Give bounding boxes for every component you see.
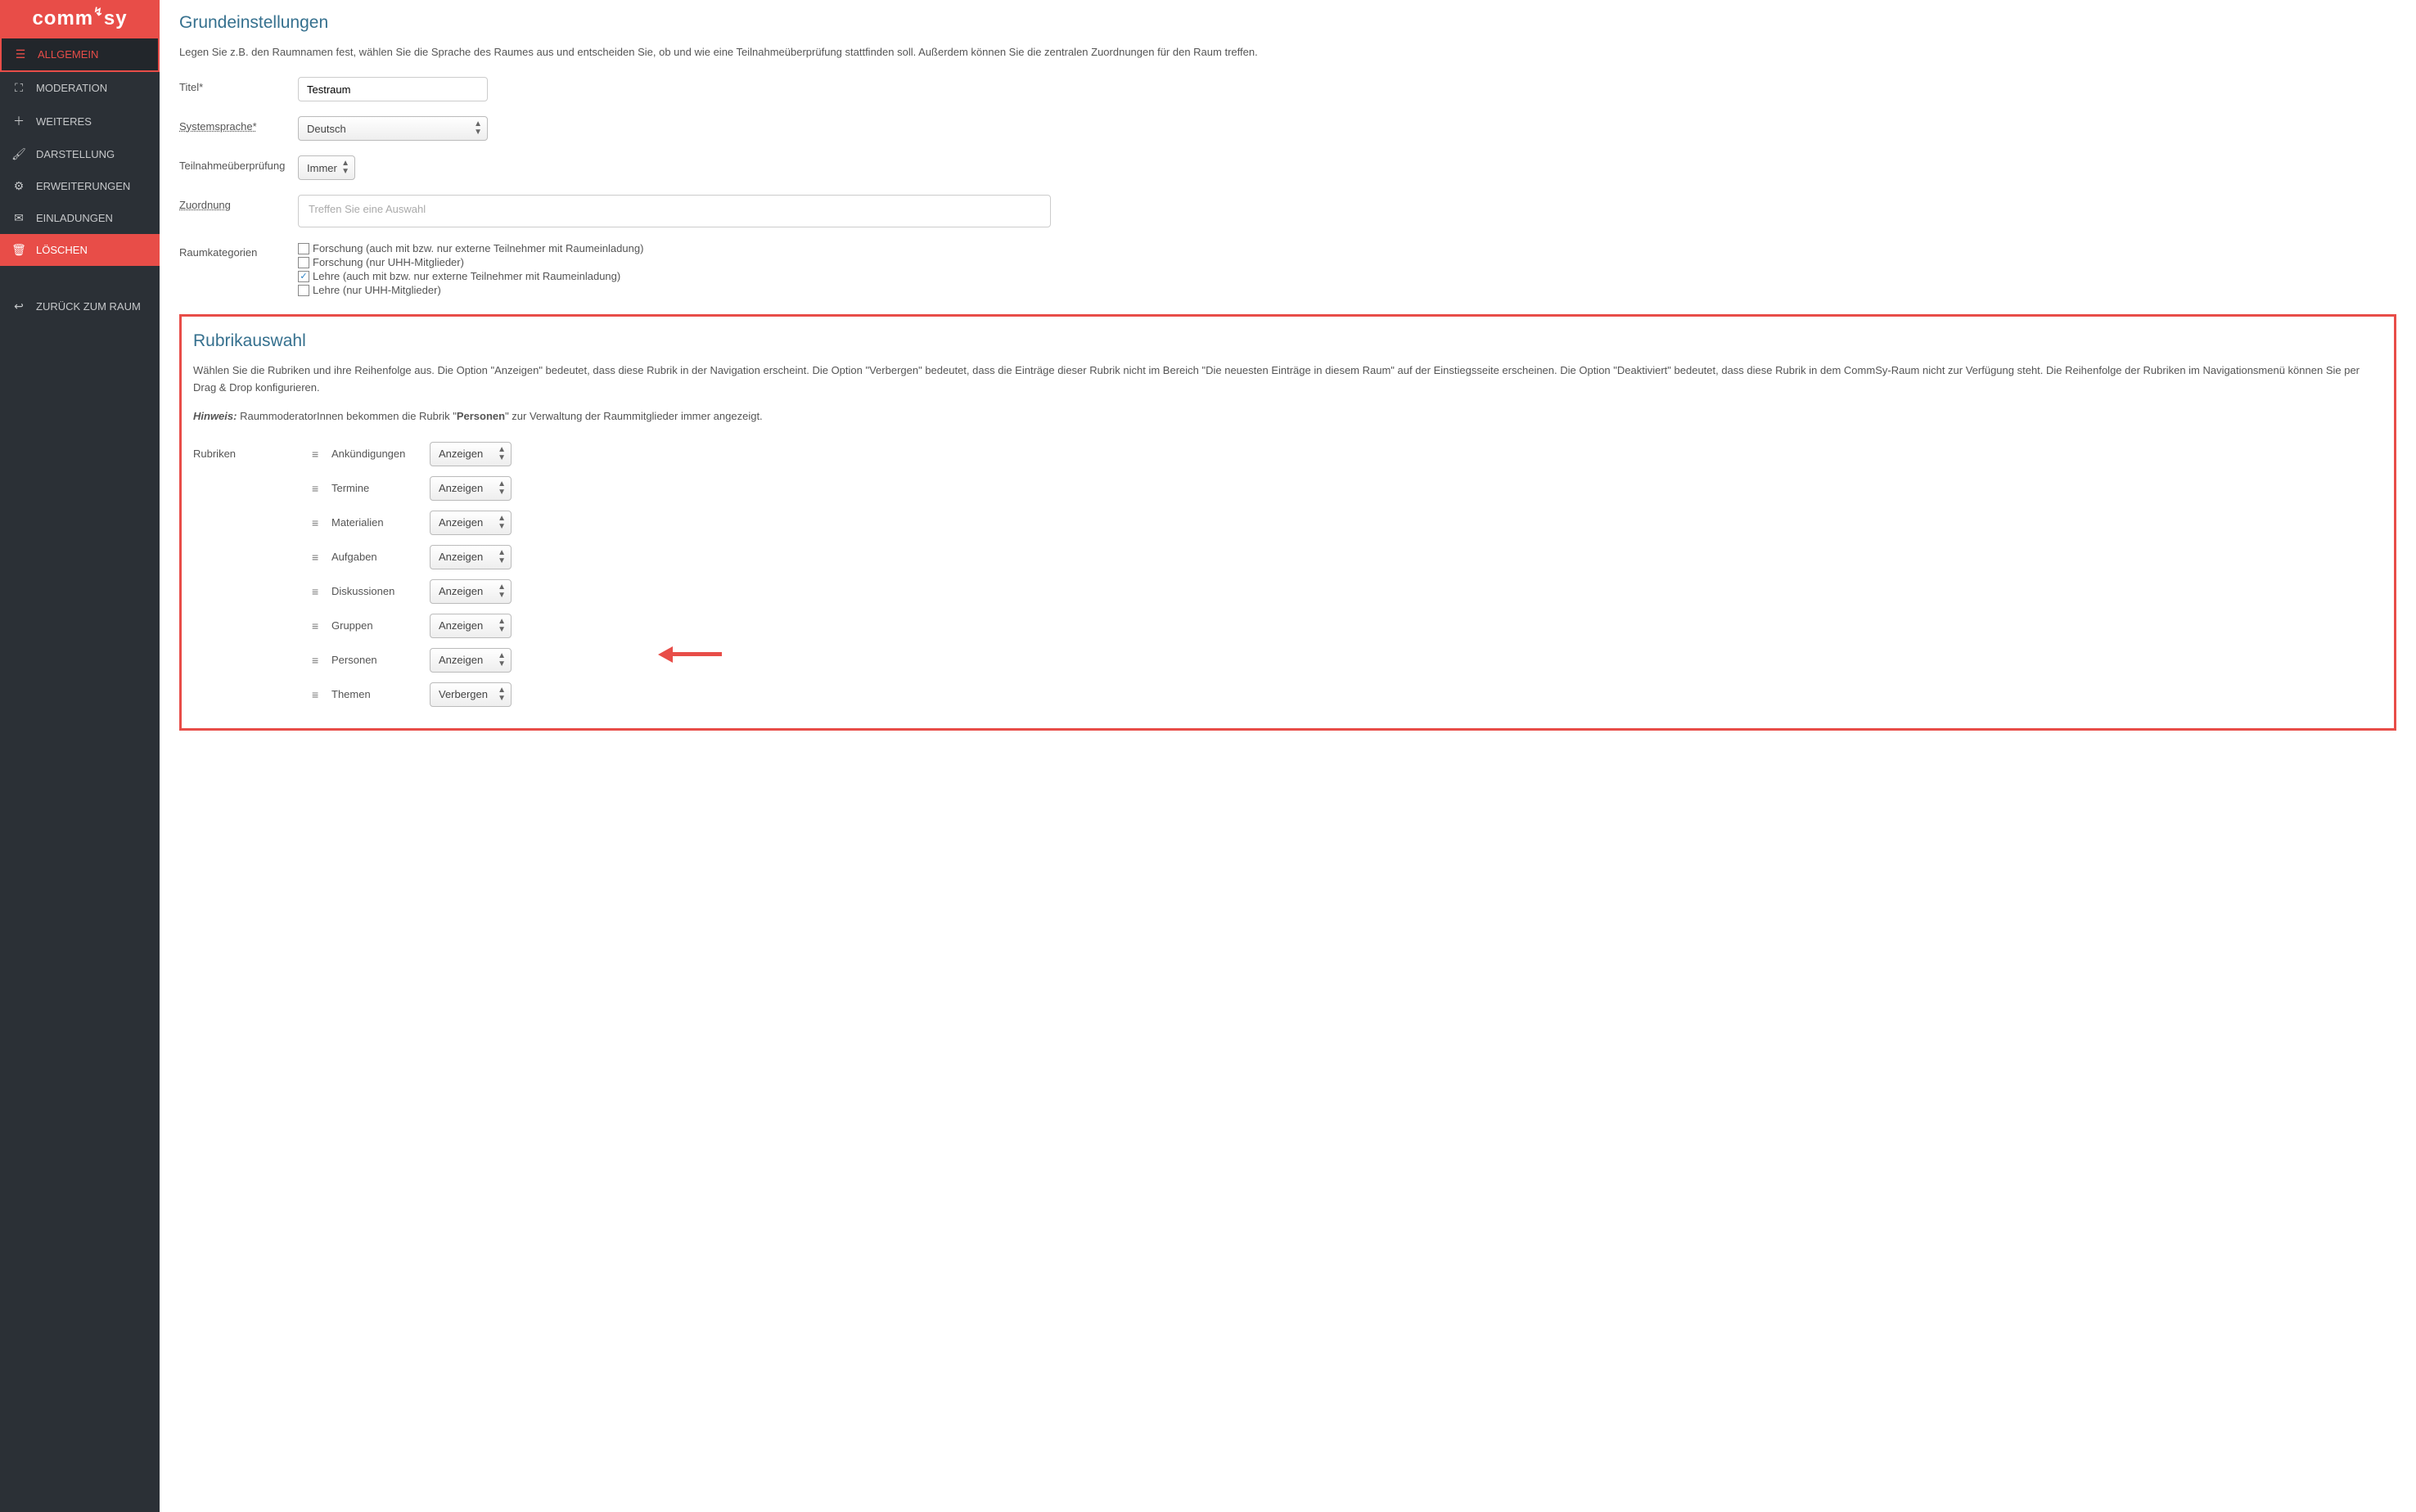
chevron-updown-icon: ▲▼ [474,120,482,137]
gears-icon: ⚙ [11,179,26,193]
rubrik-name: Diskussionen [331,585,430,597]
rubriken-label: Rubriken [193,448,312,460]
chevron-updown-icon: ▲▼ [498,549,506,565]
chevron-updown-icon: ▲▼ [498,618,506,634]
checkbox-label: Forschung (auch mit bzw. nur externe Tei… [313,242,643,254]
trash-icon: 🗑 [11,243,26,257]
sidebar-item-label: ZURÜCK ZUM RAUM [36,300,141,313]
rubrik-name: Aufgaben [331,551,430,563]
rubrik-select[interactable]: Anzeigen▲▼ [430,511,512,535]
sidebar-item-allgemein[interactable]: ☰ ALLGEMEIN [0,37,160,72]
brush-icon: 🖌 [11,147,26,161]
rubrik-select[interactable]: Anzeigen▲▼ [430,579,512,604]
rubrik-row: ≡ PersonenAnzeigen▲▼ [193,648,2382,673]
category-row: ✓ Lehre (auch mit bzw. nur externe Teilne… [298,270,643,282]
sidebar-item-moderation[interactable]: ⛶ MODERATION [0,72,160,104]
label-title: Titel* [179,77,298,93]
rubrik-name: Ankündigungen [331,448,430,460]
rubrik-select[interactable]: Anzeigen▲▼ [430,614,512,638]
section2-description: Wählen Sie die Rubriken und ihre Reihenf… [193,362,2382,397]
sitemap-icon: ⛶ [11,81,26,95]
chevron-updown-icon: ▲▼ [498,515,506,531]
chevron-updown-icon: ▲▼ [498,583,506,600]
rubrik-row: ≡ TermineAnzeigen▲▼ [193,476,2382,501]
drag-handle-icon[interactable]: ≡ [312,551,327,564]
rubrik-select[interactable]: Anzeigen▲▼ [430,648,512,673]
category-row: Forschung (nur UHH-Mitglieder) [298,256,643,268]
language-select[interactable]: Deutsch ▲▼ [298,116,488,141]
reply-icon: ↩ [11,299,26,313]
rubrik-select[interactable]: Anzeigen▲▼ [430,545,512,569]
rubrik-select[interactable]: Anzeigen▲▼ [430,442,512,466]
rubrik-name: Personen [331,654,430,666]
section1-title: Grundeinstellungen [179,13,2396,33]
chevron-updown-icon: ▲▼ [498,446,506,462]
label-participation: Teilnahmeüberprüfung [179,155,298,172]
title-input[interactable] [298,77,488,101]
rubrik-row: Rubriken≡ AnkündigungenAnzeigen▲▼ [193,442,2382,466]
category-row: Lehre (nur UHH-Mitglieder) [298,284,643,296]
section2-title: Rubrikauswahl [193,331,2382,351]
section2-hint: Hinweis: RaummoderatorInnen bekommen die… [193,408,2382,425]
label-categories: Raumkategorien [179,242,298,259]
checkbox[interactable] [298,257,309,268]
chevron-updown-icon: ▲▼ [498,686,506,703]
label-assignment: Zuordnung [179,195,298,211]
chevron-updown-icon: ▲▼ [341,160,349,176]
drag-handle-icon[interactable]: ≡ [312,688,327,701]
category-row: Forschung (auch mit bzw. nur externe Tei… [298,242,643,254]
drag-handle-icon[interactable]: ≡ [312,482,327,495]
checkbox[interactable] [298,285,309,296]
sidebar-item-darstellung[interactable]: 🖌 DARSTELLUNG [0,138,160,170]
annotation-arrow [673,652,722,656]
sidebar-item-label: DARSTELLUNG [36,148,115,160]
rubrik-name: Materialien [331,516,430,529]
brand-logo: comm↯sy [0,0,160,37]
participation-select[interactable]: Immer ▲▼ [298,155,355,180]
sidebar-item-label: ALLGEMEIN [38,48,98,61]
drag-handle-icon[interactable]: ≡ [312,448,327,461]
drag-handle-icon[interactable]: ≡ [312,619,327,632]
sidebar-item-back[interactable]: ↩ ZURÜCK ZUM RAUM [0,290,160,322]
drag-handle-icon[interactable]: ≡ [312,516,327,529]
sidebar-item-löschen[interactable]: 🗑 LÖSCHEN [0,234,160,266]
server-icon: ☰ [13,47,28,61]
sidebar-item-label: WEITERES [36,115,92,128]
rubrik-row: ≡ MaterialienAnzeigen▲▼ [193,511,2382,535]
label-language: Systemsprache* [179,116,298,133]
section1-description: Legen Sie z.B. den Raumnamen fest, wähle… [179,44,2396,61]
rubrik-select[interactable]: Verbergen▲▼ [430,682,512,707]
rubrik-row: ≡ GruppenAnzeigen▲▼ [193,614,2382,638]
sidebar-item-einladungen[interactable]: ✉ EINLADUNGEN [0,202,160,234]
sidebar-item-weiteres[interactable]: ＋ WEITERES [0,104,160,138]
checkbox[interactable] [298,243,309,254]
checkbox[interactable]: ✓ [298,271,309,282]
checkbox-label: Lehre (nur UHH-Mitglieder) [313,284,441,296]
rubrik-row: ≡ AufgabenAnzeigen▲▼ [193,545,2382,569]
rubrik-row: ≡ DiskussionenAnzeigen▲▼ [193,579,2382,604]
assignment-multiselect[interactable]: Treffen Sie eine Auswahl [298,195,1051,227]
rubrik-name: Gruppen [331,619,430,632]
chevron-updown-icon: ▲▼ [498,480,506,497]
sidebar-item-label: MODERATION [36,82,107,94]
sidebar-item-label: LÖSCHEN [36,244,88,256]
sidebar-item-label: EINLADUNGEN [36,212,113,224]
main-content: Grundeinstellungen Legen Sie z.B. den Ra… [160,0,2416,1512]
section2-highlight: Rubrikauswahl Wählen Sie die Rubriken un… [179,314,2396,730]
envelope-icon: ✉ [11,211,26,225]
rubrik-name: Termine [331,482,430,494]
sidebar-item-label: ERWEITERUNGEN [36,180,130,192]
sidebar: comm↯sy ☰ ALLGEMEIN ⛶ MODERATION ＋ WEITERES 🖌 D… [0,0,160,1512]
rubrik-select[interactable]: Anzeigen▲▼ [430,476,512,501]
rubrik-row: ≡ ThemenVerbergen▲▼ [193,682,2382,707]
checkbox-label: Lehre (auch mit bzw. nur externe Teilneh… [313,270,620,282]
drag-handle-icon[interactable]: ≡ [312,585,327,598]
sidebar-item-erweiterungen[interactable]: ⚙ ERWEITERUNGEN [0,170,160,202]
checkbox-label: Forschung (nur UHH-Mitglieder) [313,256,464,268]
plus-icon: ＋ [11,113,26,129]
chevron-updown-icon: ▲▼ [498,652,506,668]
drag-handle-icon[interactable]: ≡ [312,654,327,667]
rubrik-name: Themen [331,688,430,700]
